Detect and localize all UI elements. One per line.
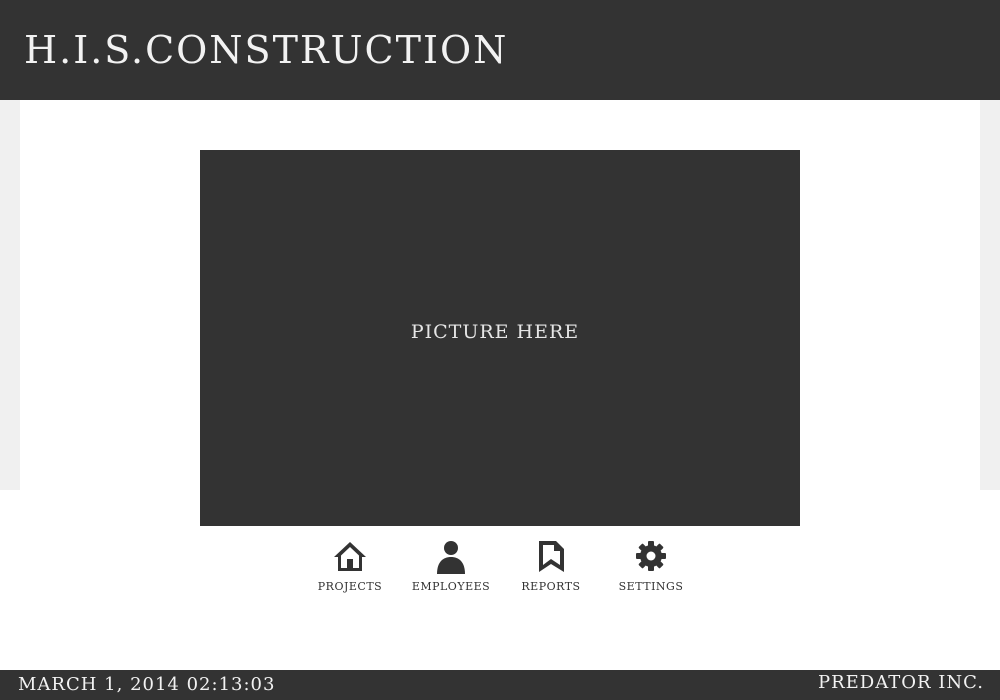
nav-label-employees: EMPLOYEES: [411, 580, 491, 593]
picture-placeholder-label: PICTURE HERE: [410, 321, 580, 343]
nav-label-settings: SETTINGS: [618, 580, 684, 593]
report-icon: [533, 538, 569, 574]
status-footer: MARCH 1, 2014 02:13:03 PREDATOR INC.: [0, 670, 1000, 700]
left-side-band: [0, 100, 20, 490]
app-title: H.I.S.CONSTRUCTION: [24, 28, 509, 72]
nav-item-projects[interactable]: PROJECTS: [302, 536, 398, 600]
company-name: PREDATOR INC.: [818, 672, 984, 693]
nav-item-settings[interactable]: SETTINGS: [603, 536, 699, 600]
right-side-band: [980, 100, 1000, 490]
home-icon: [332, 538, 368, 574]
app-header: H.I.S.CONSTRUCTION: [0, 0, 1000, 100]
nav-label-reports: REPORTS: [521, 580, 581, 593]
nav-item-employees[interactable]: EMPLOYEES: [403, 536, 499, 600]
person-icon: [433, 538, 469, 574]
nav-item-reports[interactable]: REPORTS: [503, 536, 599, 600]
datetime-display: MARCH 1, 2014 02:13:03: [18, 674, 276, 695]
picture-placeholder: PICTURE HERE: [200, 150, 800, 526]
gear-icon: [633, 538, 669, 574]
nav-label-projects: PROJECTS: [317, 580, 383, 593]
